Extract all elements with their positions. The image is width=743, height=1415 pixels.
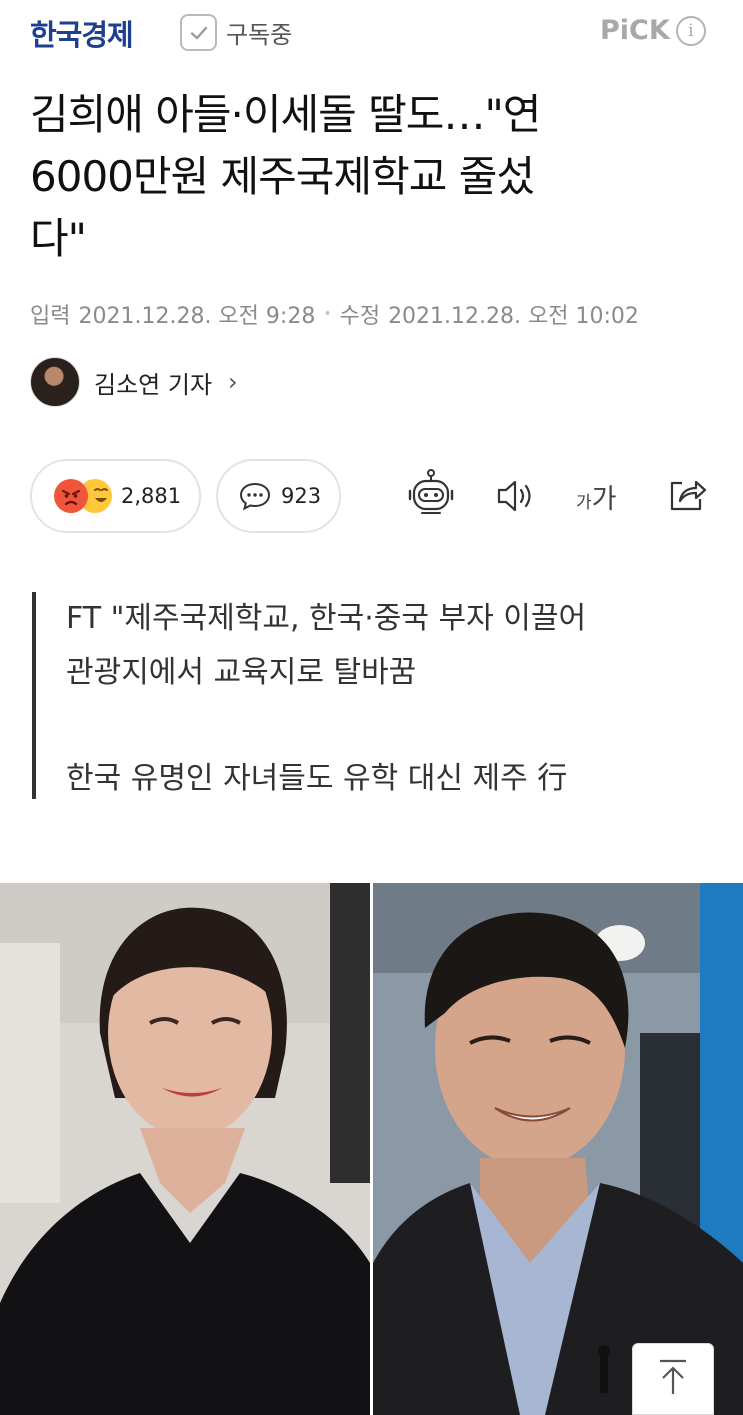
action-bar: 2,881 923 가 가 — [30, 459, 720, 533]
summary-line: FT "제주국제학교, 한국·중국 부자 이끌어 — [66, 601, 587, 636]
font-big-label: 가 — [591, 484, 617, 515]
summary-line: 관광지에서 교육지로 탈바꿈 — [66, 655, 417, 690]
subscribe-button[interactable]: 구독중 — [180, 14, 292, 51]
arrow-up-icon — [656, 1357, 690, 1401]
press-logo[interactable]: 한국경제 — [30, 12, 134, 54]
pick-badge[interactable]: PiCK i — [600, 15, 706, 46]
reaction-count: 2,881 — [121, 484, 182, 508]
summary-line: 한국 유명인 자녀들도 유학 대신 제주 行 — [66, 761, 568, 796]
comment-button[interactable]: 923 — [216, 459, 341, 533]
comment-icon — [238, 481, 272, 511]
share-icon[interactable] — [668, 477, 708, 513]
top-bar: 한국경제 구독중 PiCK i — [0, 0, 743, 66]
separator-dot: • — [323, 306, 332, 322]
scroll-top-button[interactable] — [632, 1343, 714, 1415]
reporter-avatar — [30, 357, 80, 407]
pick-label: PiCK — [600, 15, 670, 46]
modified-label: 수정 — [339, 304, 381, 329]
font-small-label: 가 — [576, 493, 592, 513]
reporter-name: 김소연 기자 — [94, 370, 213, 399]
article-summary: FT "제주국제학교, 한국·중국 부자 이끌어 관광지에서 교육지로 탈바꿈 … — [32, 592, 712, 799]
subscribe-label: 구독중 — [226, 21, 293, 49]
font-size-button[interactable]: 가 가 — [576, 477, 616, 516]
reaction-button[interactable]: 2,881 — [30, 459, 201, 533]
article-headline: 김희애 아들·이세돌 딸도…"연 6000만원 제주국제학교 줄섰 다" — [30, 84, 710, 270]
input-time: 2021.12.28. 오전 9:28 — [78, 304, 316, 329]
article-photo[interactable] — [0, 883, 743, 1415]
dateline: 입력 2021.12.28. 오전 9:28 • 수정 2021.12.28. … — [30, 298, 639, 330]
headline-line: 김희애 아들·이세돌 딸도…"연 — [30, 90, 541, 139]
check-icon — [180, 14, 217, 51]
headline-line: 다" — [30, 214, 87, 263]
speaker-icon[interactable] — [496, 478, 536, 514]
reporter-link[interactable]: 김소연 기자 › — [30, 357, 238, 407]
comment-count: 923 — [281, 484, 322, 508]
modified-time: 2021.12.28. 오전 10:02 — [388, 304, 639, 329]
chevron-right-icon: › — [228, 368, 238, 396]
info-icon[interactable]: i — [675, 15, 706, 46]
input-label: 입력 — [30, 304, 71, 329]
headline-line: 6000만원 제주국제학교 줄섰 — [30, 152, 535, 201]
angry-emoji-icon — [54, 479, 88, 513]
robot-summary-icon[interactable] — [408, 469, 454, 517]
